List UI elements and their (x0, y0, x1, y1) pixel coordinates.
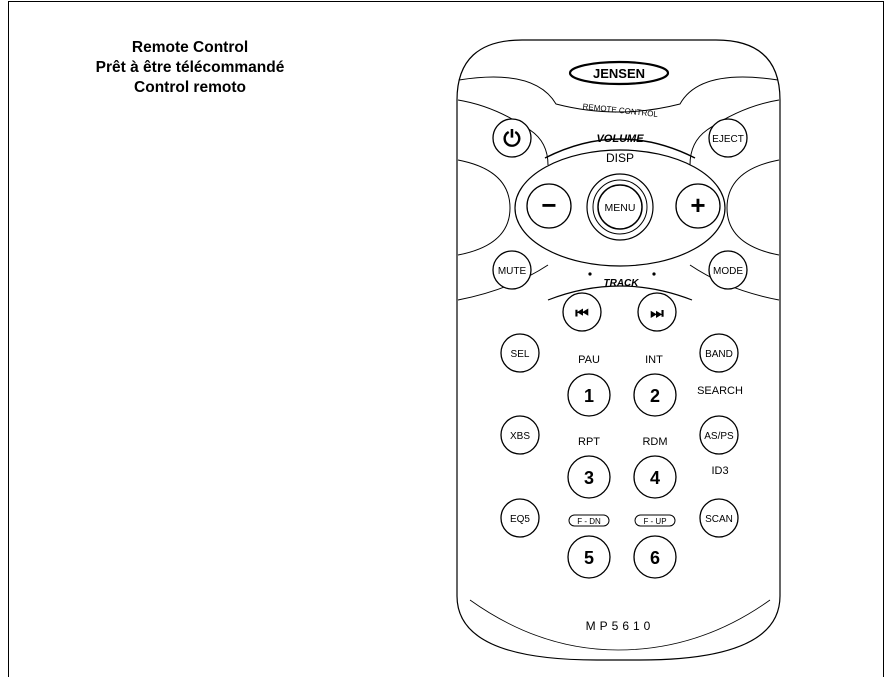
f-up-sublabel: F - UP (643, 517, 666, 526)
plus-icon: + (690, 190, 705, 220)
power-icon: ⏻ (503, 126, 521, 151)
as-ps-label: AS/PS (704, 431, 734, 442)
track-dot-right (652, 272, 656, 276)
search-sublabel: SEARCH (697, 385, 743, 397)
eq5-label: EQ5 (510, 514, 530, 525)
band-label: BAND (705, 349, 733, 360)
track-dot-left (588, 272, 592, 276)
model-label: MP5610 (586, 619, 655, 633)
f-dn-sublabel: F - DN (577, 517, 601, 526)
scan-label: SCAN (705, 514, 733, 525)
number-5-label: 5 (584, 548, 594, 568)
id3-sublabel: ID3 (711, 465, 728, 477)
mute-label: MUTE (498, 266, 527, 277)
volume-label: VOLUME (596, 133, 644, 145)
number-1-label: 1 (584, 386, 594, 406)
mode-label: MODE (713, 266, 743, 277)
pau-sublabel: PAU (578, 354, 600, 366)
number-4-label: 4 (650, 468, 660, 488)
next-track-icon: ⏭ (650, 305, 664, 322)
xbs-label: XBS (510, 431, 530, 442)
track-label: TRACK (604, 278, 640, 289)
previous-track-icon: ⏮ (575, 305, 589, 322)
menu-label: MENU (605, 202, 636, 214)
remote-control-illustration: JENSEN REMOTE CONTROL VOLUME DISP ⏻ EJEC… (456, 39, 781, 661)
brand-logo: JENSEN (593, 66, 645, 81)
rpt-sublabel: RPT (578, 436, 600, 448)
sel-label: SEL (511, 349, 530, 360)
rdm-sublabel: RDM (642, 436, 667, 448)
number-6-label: 6 (650, 548, 660, 568)
minus-icon: − (541, 190, 556, 220)
int-sublabel: INT (645, 354, 663, 366)
number-2-label: 2 (650, 386, 660, 406)
disp-label: DISP (606, 151, 634, 165)
eject-label: EJECT (712, 134, 744, 145)
number-3-label: 3 (584, 468, 594, 488)
